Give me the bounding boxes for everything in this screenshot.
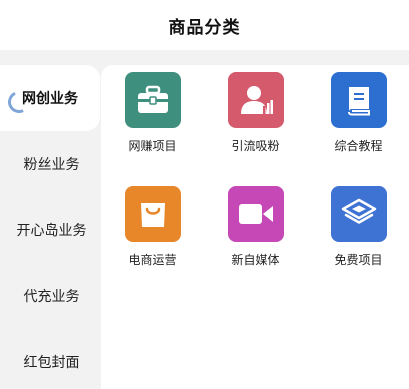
category-content: 网赚项目 引流吸粉 综合教程 电商运营 新自媒体 免费项目 (101, 65, 409, 389)
sidebar-item-fans[interactable]: 粉丝业务 (0, 131, 103, 197)
sidebar-item-happy-island[interactable]: 开心岛业务 (0, 197, 103, 263)
briefcase-tile (124, 72, 181, 128)
sidebar-item-red-packet-cover[interactable]: 红包封面 (0, 329, 103, 389)
sidebar-item-label: 红包封面 (23, 355, 80, 371)
category-label: 综合教程 (334, 139, 383, 153)
sidebar-item-recharge[interactable]: 代充业务 (0, 263, 103, 329)
sidebar-item-label: 粉丝业务 (23, 157, 80, 173)
category-label: 新自媒体 (231, 253, 280, 267)
video-camera-icon (238, 204, 273, 224)
sidebar-item-label: 代充业务 (23, 289, 80, 305)
category-label: 引流吸粉 (231, 139, 280, 153)
sidebar-item-wangchuang[interactable]: 网创业务 (0, 65, 100, 131)
book-icon (347, 87, 370, 116)
sidebar-item-label: 开心岛业务 (16, 223, 87, 239)
category-item-free[interactable]: 免费项目 (307, 186, 409, 300)
category-label: 电商运营 (128, 253, 177, 267)
person-chart-tile (227, 72, 284, 128)
category-sidebar: 网创业务 粉丝业务 开心岛业务 代充业务 红包封面 (0, 65, 103, 389)
sidebar-item-label: 网创业务 (22, 91, 78, 107)
category-item-traffic[interactable]: 引流吸粉 (204, 72, 307, 186)
category-label: 网赚项目 (128, 139, 177, 153)
person-chart-icon (240, 86, 273, 114)
category-item-tutorials[interactable]: 综合教程 (307, 72, 409, 186)
shopping-bag-icon (140, 203, 165, 227)
category-item-new-media[interactable]: 新自媒体 (204, 186, 307, 300)
layers-icon (341, 198, 376, 224)
layers-tile (330, 186, 387, 242)
shopping-bag-tile (124, 186, 181, 242)
category-grid: 网赚项目 引流吸粉 综合教程 电商运营 新自媒体 免费项目 (101, 72, 409, 300)
video-camera-tile (227, 186, 284, 242)
category-label: 免费项目 (334, 253, 383, 267)
category-item-online-earning[interactable]: 网赚项目 (101, 72, 204, 186)
page-title: 商品分类 (168, 17, 241, 38)
book-tile (330, 72, 387, 128)
page-header: 商品分类 (0, 0, 409, 50)
briefcase-icon (137, 85, 168, 113)
category-panel: 网创业务 粉丝业务 开心岛业务 代充业务 红包封面 网赚项目 引流吸粉 综合教程… (0, 50, 409, 389)
category-item-ecommerce[interactable]: 电商运营 (101, 186, 204, 300)
